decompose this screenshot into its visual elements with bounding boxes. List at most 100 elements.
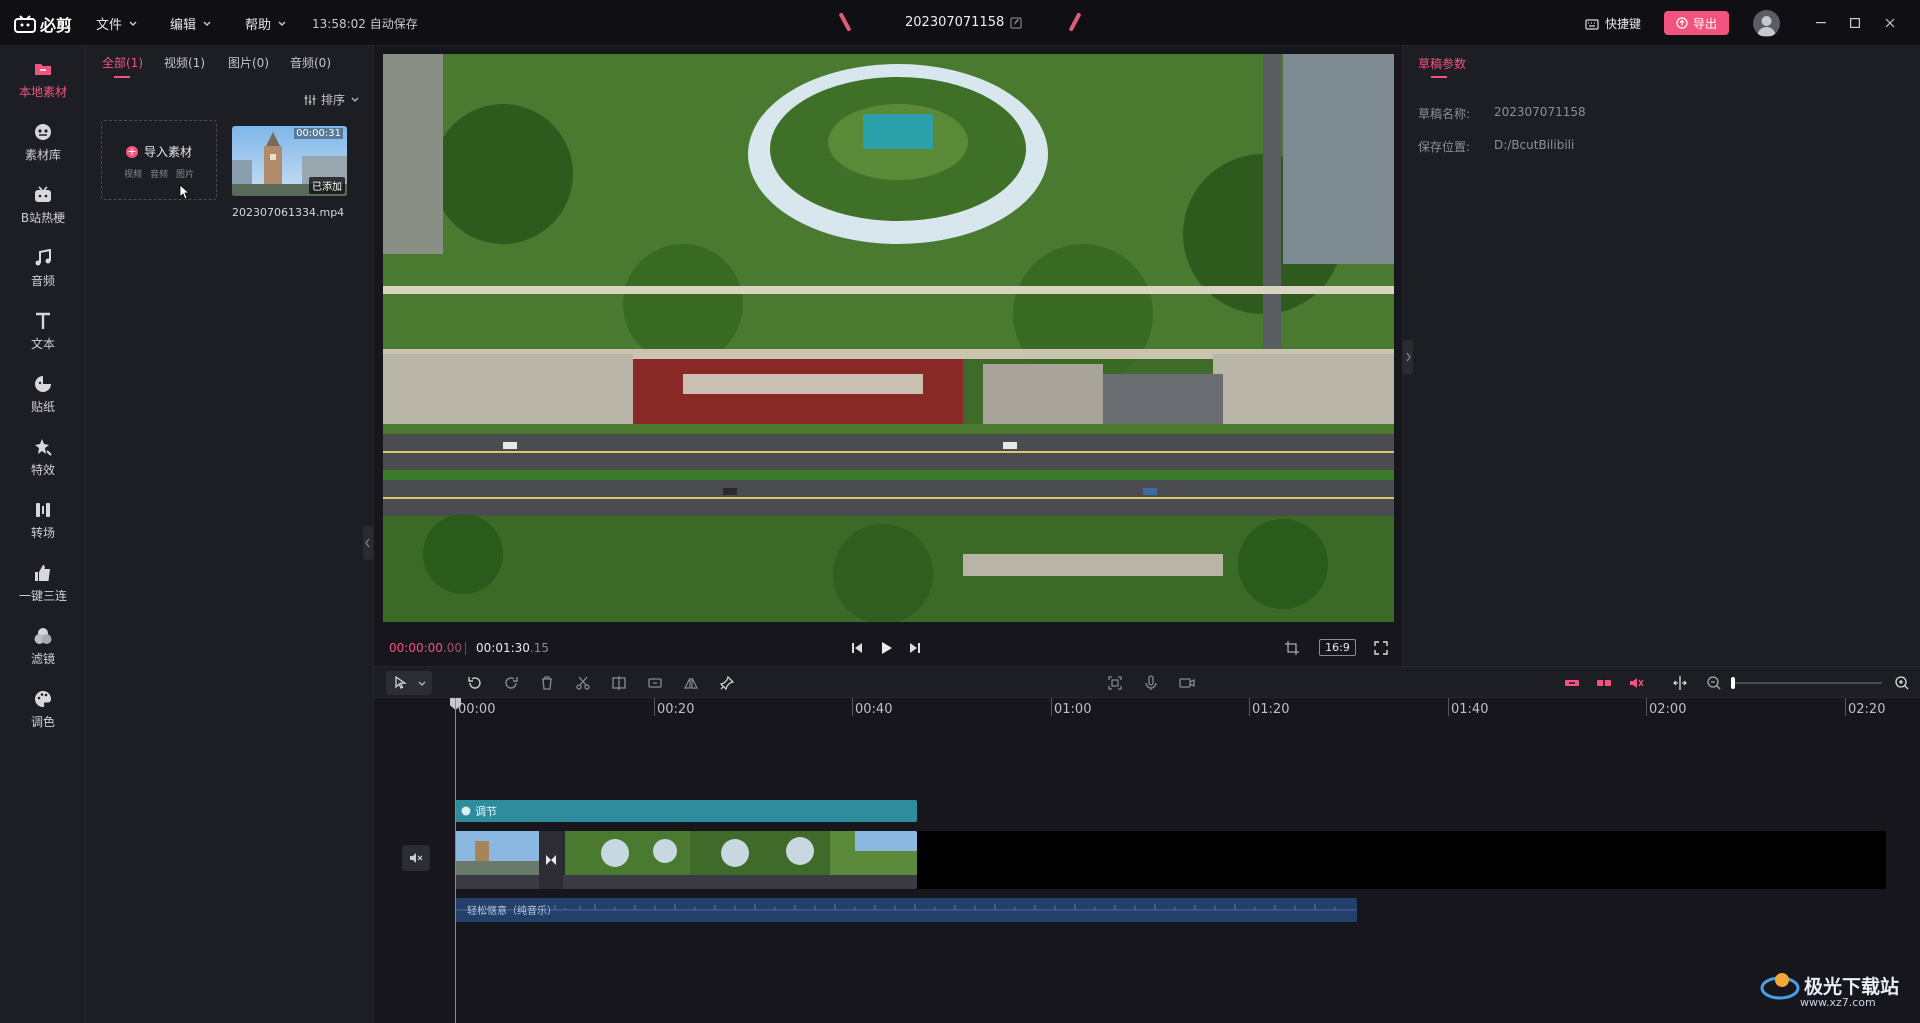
audio-track-clip[interactable]: 轻松惬意（纯音乐） <box>455 898 1357 922</box>
avatar[interactable] <box>1753 10 1780 37</box>
sidebar-item-material-library[interactable]: 素材库 <box>0 111 86 173</box>
mirror-icon[interactable] <box>683 675 699 691</box>
draft-name-label: 草稿名称: <box>1418 107 1471 121</box>
marker-pin-icon[interactable] <box>719 675 735 691</box>
maximize-button[interactable] <box>1846 14 1864 32</box>
tab-video[interactable]: 视频(1) <box>164 54 205 71</box>
active-tab-indicator <box>114 76 130 78</box>
minimize-button[interactable] <box>1812 14 1830 32</box>
linkage-icon[interactable] <box>1596 675 1612 691</box>
preview-panel: 00:00:00.00 00:01:30.15 16:9 <box>374 46 1402 666</box>
export-button[interactable]: 导出 <box>1664 11 1729 35</box>
camera-record-icon[interactable] <box>1179 675 1195 691</box>
timeline-toolbar <box>374 666 1920 698</box>
zoom-in-icon[interactable] <box>1894 675 1910 691</box>
project-title[interactable]: 202307071158 <box>905 15 1022 30</box>
sidebar-item-audio[interactable]: 音频 <box>0 237 86 299</box>
sidebar-item-text[interactable]: 文本 <box>0 300 86 362</box>
current-time: 00:00:00 <box>389 641 443 655</box>
sidebar-item-triple-like[interactable]: 一键三连 <box>0 552 86 614</box>
play-icon[interactable] <box>878 640 894 656</box>
zoom-slider-handle[interactable] <box>1731 677 1735 689</box>
video-preview[interactable] <box>383 54 1394 622</box>
media-clip-thumbnail[interactable]: 00:00:31 已添加 <box>232 126 347 196</box>
playhead[interactable] <box>455 698 456 1023</box>
sidebar-item-bilibili-memes[interactable]: B站热梗 <box>0 174 86 236</box>
main-track-magnet-icon[interactable] <box>1564 675 1580 691</box>
folder-icon <box>35 63 51 75</box>
menu-file[interactable]: 文件 <box>96 14 138 33</box>
redo-icon[interactable] <box>503 675 519 691</box>
split-icon[interactable] <box>611 675 627 691</box>
collapse-right-panel-handle[interactable] <box>1403 340 1413 374</box>
shortcut-label: 快捷键 <box>1605 17 1642 31</box>
sort-label: 排序 <box>321 93 346 107</box>
clip-filename: 202307061334.mp4 <box>232 206 345 219</box>
previous-frame-icon[interactable] <box>849 640 865 656</box>
filter-icon <box>34 627 52 644</box>
sort-dropdown[interactable]: 排序 <box>304 91 360 108</box>
total-timecode: 00:01:30.15 <box>476 641 549 655</box>
tab-all[interactable]: 全部(1) <box>102 54 143 71</box>
sidebar-item-label: 转场 <box>30 525 55 540</box>
scissors-icon[interactable] <box>575 675 591 691</box>
aspect-ratio-button[interactable]: 16:9 <box>1319 639 1356 656</box>
watermark-text: 极光下载站 <box>1804 975 1900 998</box>
title-decoration-left <box>838 12 852 32</box>
zoom-out-icon[interactable] <box>1706 675 1722 691</box>
sidebar-item-label: 贴纸 <box>30 399 55 414</box>
undo-icon[interactable] <box>467 675 483 691</box>
delete-icon[interactable] <box>539 675 555 691</box>
crop-icon[interactable] <box>1284 640 1300 656</box>
import-main: + 导入素材 <box>126 143 192 160</box>
bilibili-tv-icon <box>14 15 36 33</box>
freeze-frame-icon[interactable] <box>647 675 663 691</box>
fullscreen-icon[interactable] <box>1373 640 1389 656</box>
menu-edit-label: 编辑 <box>170 18 197 33</box>
tab-audio[interactable]: 音频(0) <box>290 54 331 71</box>
menu-help[interactable]: 帮助 <box>245 14 287 33</box>
adjustment-track-label: 调节 <box>475 805 497 818</box>
menu-edit[interactable]: 编辑 <box>170 14 212 33</box>
collapse-panel-handle[interactable] <box>363 526 373 560</box>
ruler-label: 00:20 <box>657 702 695 717</box>
ruler-label: 01:40 <box>1451 702 1489 717</box>
app-logo: 必剪 <box>14 12 72 36</box>
video-clip[interactable] <box>455 831 917 889</box>
track-mute-button[interactable] <box>402 845 430 871</box>
import-media-button[interactable]: + 导入素材 视频 音频 图片 <box>101 120 217 200</box>
sidebar-item-stickers[interactable]: 贴纸 <box>0 363 86 425</box>
save-location-value: D:/BcutBilibili <box>1494 138 1575 152</box>
thumbs-up-icon <box>35 564 50 581</box>
palette-icon <box>35 690 52 707</box>
adjustment-track-clip[interactable]: 调节 <box>455 800 917 822</box>
next-frame-icon[interactable] <box>907 640 923 656</box>
sidebar-item-filters[interactable]: 滤镜 <box>0 615 86 677</box>
timeline[interactable]: 00:00 00:20 00:40 01:00 01:20 01:40 02:0… <box>374 698 1920 1023</box>
select-tool-dropdown[interactable] <box>386 671 432 695</box>
close-button[interactable] <box>1881 14 1899 32</box>
zoom-slider-track[interactable] <box>1732 682 1882 684</box>
sidebar-item-transitions[interactable]: 转场 <box>0 489 86 551</box>
shortcut-button[interactable]: 快捷键 <box>1585 15 1641 32</box>
ruler-label: 02:00 <box>1649 702 1687 717</box>
microphone-icon[interactable] <box>1143 675 1159 691</box>
tab-image[interactable]: 图片(0) <box>228 54 269 71</box>
audio-mute-toggle-icon[interactable] <box>1628 675 1644 691</box>
sidebar-item-label: 一键三连 <box>18 588 67 603</box>
ruler-tick <box>852 698 853 716</box>
sidebar-item-color-grading[interactable]: 调色 <box>0 678 86 740</box>
draft-name-value: 202307071158 <box>1494 105 1586 119</box>
speaker-mute-icon <box>410 853 423 863</box>
sidebar-item-local-media[interactable]: 本地素材 <box>0 48 86 110</box>
ruler-label: 00:00 <box>458 702 496 717</box>
draft-params-title[interactable]: 草稿参数 <box>1418 55 1466 72</box>
ruler-label: 01:20 <box>1252 702 1290 717</box>
text-icon <box>36 312 50 329</box>
ruler-tick <box>1448 698 1449 716</box>
screen-capture-icon[interactable] <box>1107 675 1123 691</box>
ruler-tick <box>1646 698 1647 716</box>
sidebar-item-effects[interactable]: 特效 <box>0 426 86 488</box>
snap-split-icon[interactable] <box>1672 675 1688 691</box>
edit-icon[interactable] <box>1010 17 1022 29</box>
